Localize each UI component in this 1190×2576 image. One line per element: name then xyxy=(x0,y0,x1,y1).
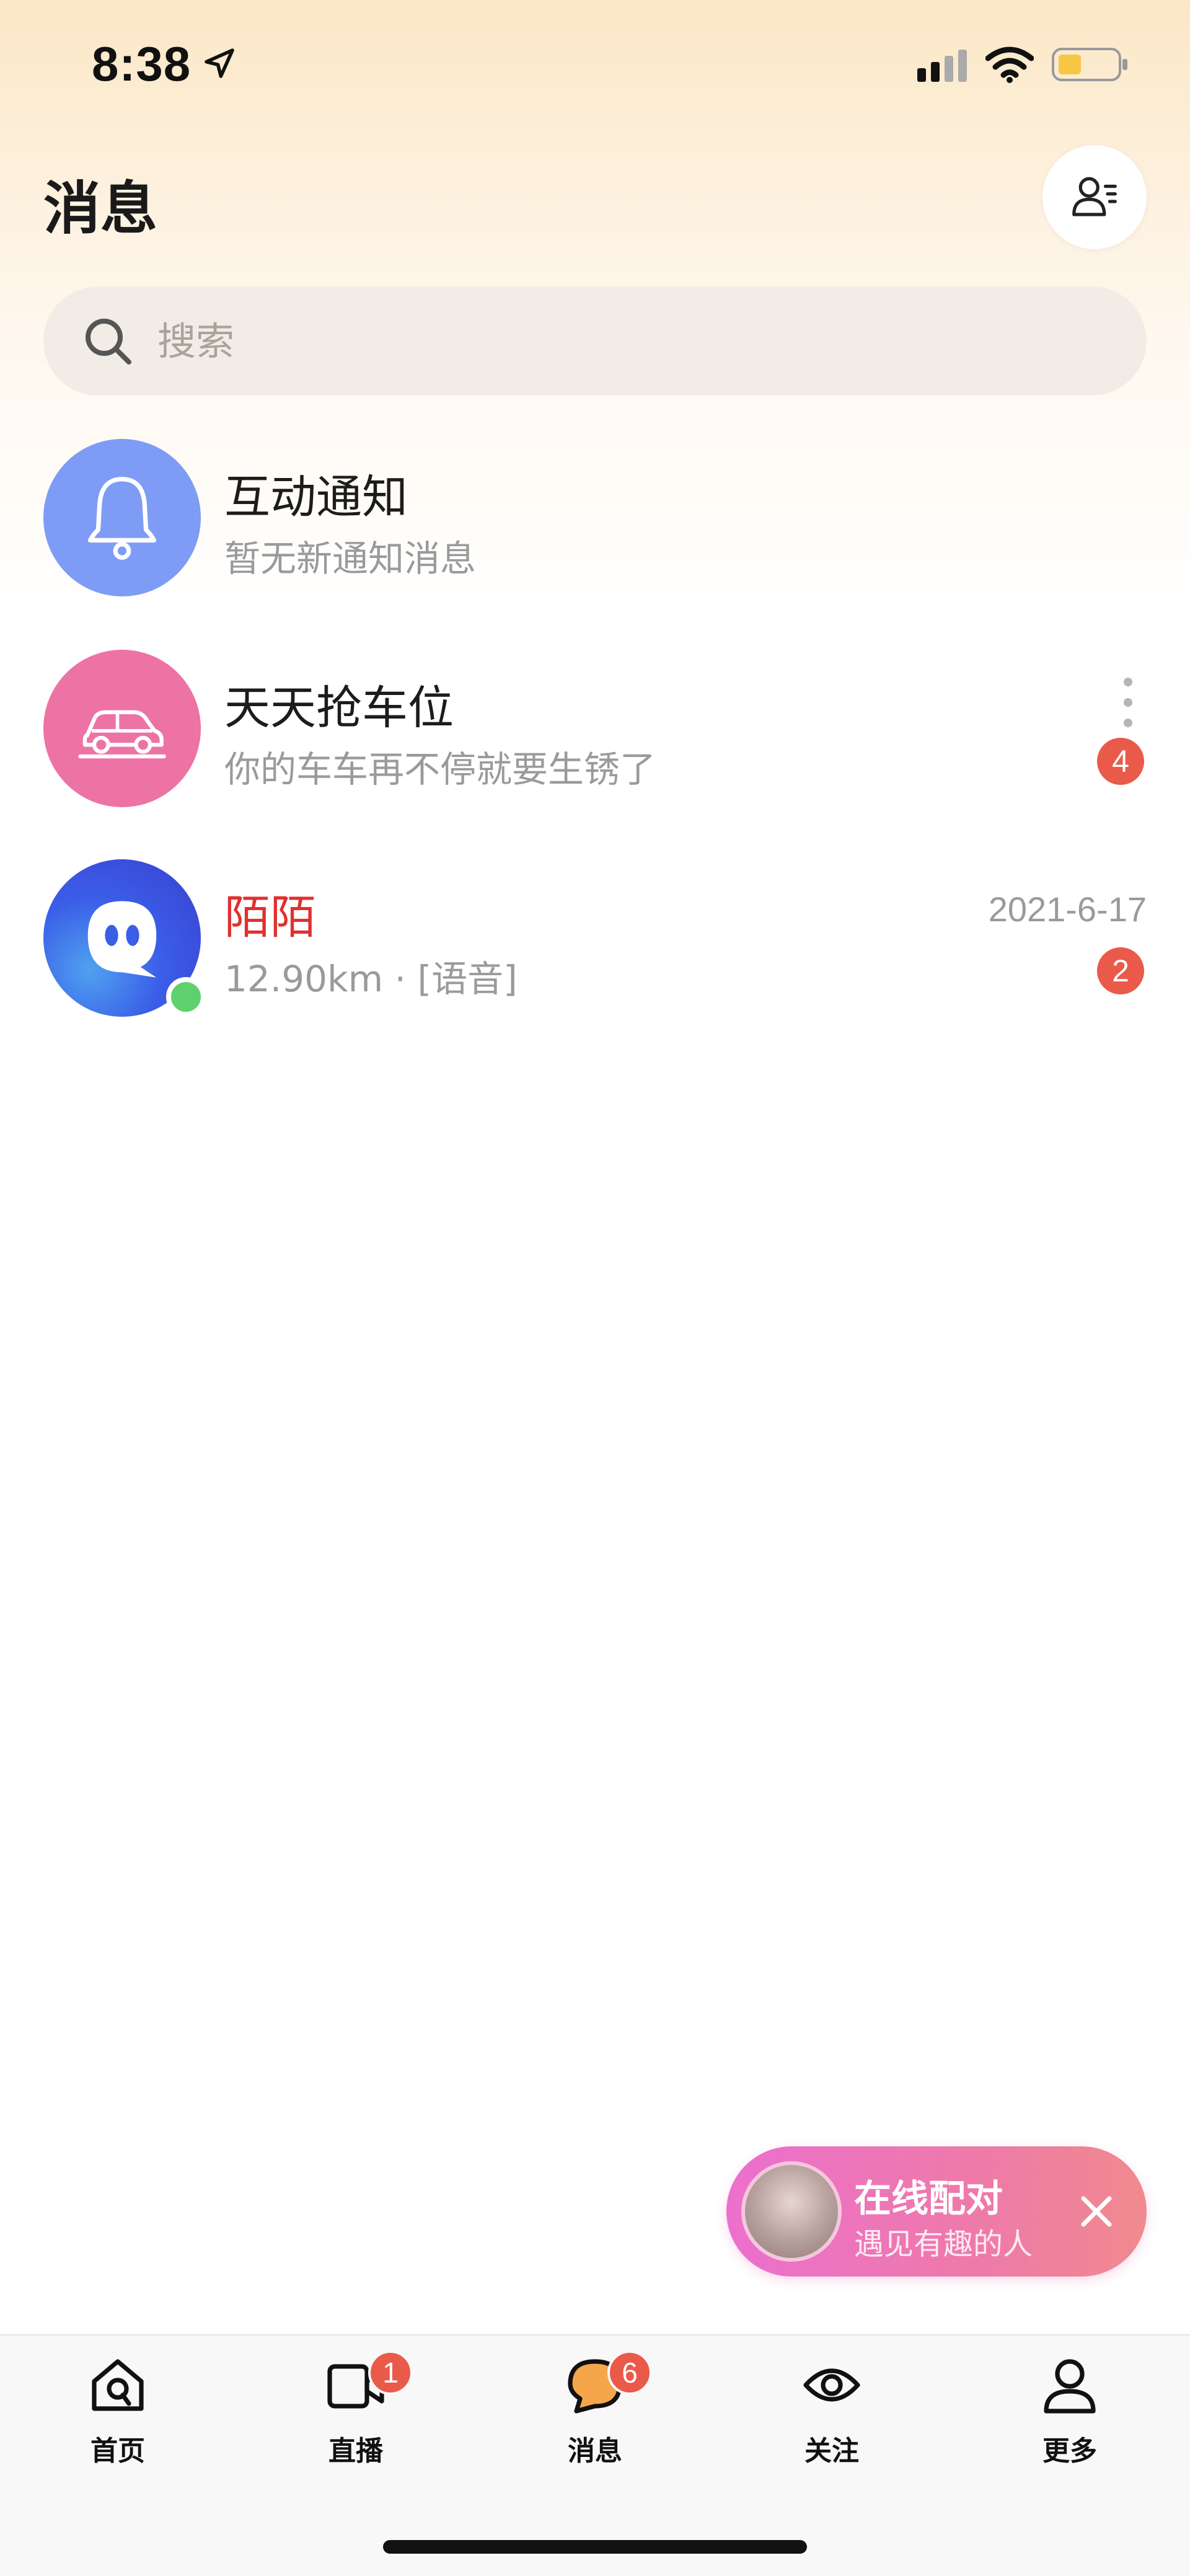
car-icon xyxy=(78,710,166,759)
tab-label: 直播 xyxy=(328,2435,383,2467)
tab-home[interactable]: 首页 xyxy=(43,2354,192,2490)
tab-label: 更多 xyxy=(1042,2435,1097,2467)
contacts-icon xyxy=(1072,177,1117,216)
search-icon xyxy=(86,319,131,365)
search-input[interactable] xyxy=(157,310,1087,372)
person-icon xyxy=(1044,2359,1096,2414)
conversation-title: 陌陌 xyxy=(224,891,316,944)
conversation-time: 2021-6-17 xyxy=(988,890,1147,929)
cellular-signal-icon xyxy=(917,50,967,82)
tab-messages[interactable]: 6 消息 xyxy=(521,2350,669,2490)
parking-game-avatar xyxy=(43,650,201,807)
tab-label: 首页 xyxy=(90,2435,145,2467)
online-match-banner[interactable]: 在线配对 遇见有趣的人 xyxy=(726,2146,1147,2277)
tab-badge: 6 xyxy=(607,2350,652,2395)
tab-following[interactable]: 关注 xyxy=(757,2354,906,2490)
conversation-preview: 暂无新通知消息 xyxy=(224,538,477,580)
tab-label: 消息 xyxy=(568,2435,622,2467)
tab-live[interactable]: 1 直播 xyxy=(281,2350,430,2490)
unread-badge: 2 xyxy=(1097,947,1144,994)
battery-icon xyxy=(1052,48,1127,81)
more-options-icon[interactable] xyxy=(1119,675,1137,730)
match-subtitle: 遇见有趣的人 xyxy=(854,2227,1033,2262)
home-indicator[interactable] xyxy=(383,2540,807,2554)
close-icon[interactable] xyxy=(1075,2190,1118,2233)
wifi-icon xyxy=(985,46,1034,83)
search-bar[interactable] xyxy=(43,286,1147,396)
location-arrow-icon xyxy=(205,48,234,78)
bell-icon xyxy=(87,477,157,560)
online-status-dot xyxy=(166,977,206,1017)
conversation-title: 互动通知 xyxy=(224,471,408,524)
momo-logo-icon xyxy=(87,901,157,978)
list-item-parking-game[interactable]: 天天抢车位 你的车车再不停就要生锈了 4 xyxy=(0,625,1190,811)
conversation-preview: 12.90km · [语音] xyxy=(224,958,518,1000)
list-item-momo[interactable]: 陌陌 12.90km · [语音] 2021-6-17 2 xyxy=(0,834,1190,1020)
match-title: 在线配对 xyxy=(854,2177,1003,2221)
list-item-notifications[interactable]: 互动通知 暂无新通知消息 xyxy=(0,414,1190,600)
tab-badge: 1 xyxy=(368,2350,413,2395)
page-title: 消息 xyxy=(43,175,158,242)
eye-icon xyxy=(803,2368,860,2402)
home-icon xyxy=(92,2359,144,2411)
status-time: 8:38 xyxy=(92,37,192,91)
tab-label: 关注 xyxy=(804,2435,859,2467)
contacts-button[interactable] xyxy=(1042,145,1147,249)
match-avatar xyxy=(741,2161,842,2262)
conversation-preview: 你的车车再不停就要生锈了 xyxy=(224,748,656,790)
tab-more[interactable]: 更多 xyxy=(995,2354,1144,2490)
conversation-title: 天天抢车位 xyxy=(224,681,454,735)
unread-badge: 4 xyxy=(1097,738,1144,785)
notification-avatar xyxy=(43,439,201,596)
